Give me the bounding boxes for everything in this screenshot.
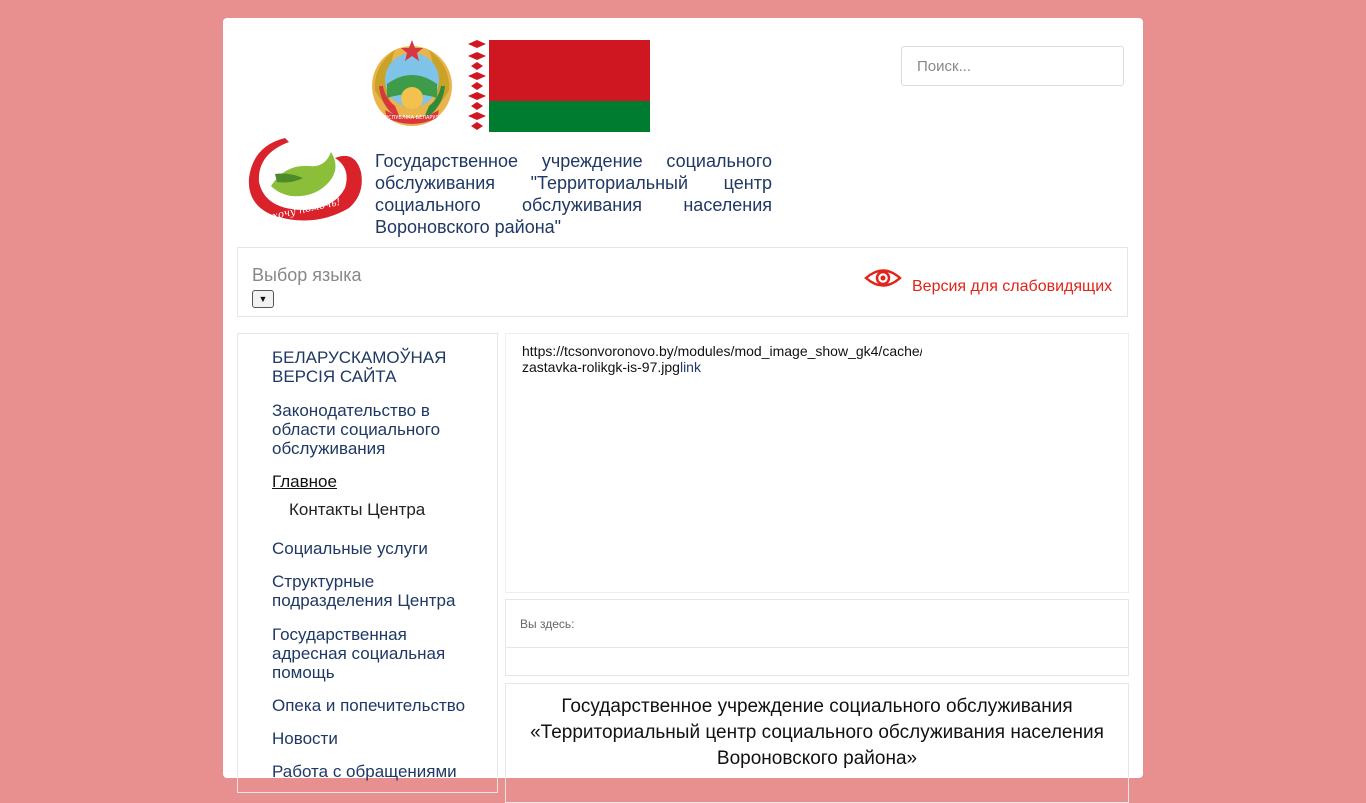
org-title-line: социального обслуживания населения: [375, 195, 772, 215]
slider-url-line-2: zastavka-rolikgk-is-97.jpglink: [522, 359, 922, 375]
search-input[interactable]: [901, 46, 1124, 86]
organization-title: Государственное учреждение социального о…: [375, 150, 772, 238]
language-label: Выбор языка: [252, 265, 362, 285]
language-bar: Выбор языка ▼ Версия для слабовидящих: [237, 247, 1128, 317]
low-vision-label: Версия для слабовидящих: [912, 278, 1113, 295]
emblem-text: РЭСПУБЛІКА БЕЛАРУСЬ: [382, 115, 443, 121]
slider-url-line: https://tcsonvoronovo.by/modules/mod_ima…: [522, 343, 922, 359]
sidebar-item-targeted-assistance[interactable]: Государственная адресная социальная помо…: [272, 625, 482, 682]
slider-image-link[interactable]: link: [680, 359, 701, 375]
sidebar-item-legislation[interactable]: Законодательство в области социального о…: [272, 401, 482, 458]
article-title-line: Государственное учреждение социального о…: [561, 696, 1073, 717]
org-title-line: Государственное учреждение социального: [375, 151, 772, 171]
breadcrumb: Вы здесь:: [505, 599, 1129, 676]
sidebar-item-appeals[interactable]: Работа с обращениями: [272, 762, 482, 781]
slider-broken-image-text: https://tcsonvoronovo.by/modules/mod_ima…: [522, 343, 922, 375]
article-title-line: «Территориальный центр социального обслу…: [530, 722, 1104, 743]
page-container: РЭСПУБЛІКА БЕЛАРУСЬ хочу помочь! Государ…: [223, 18, 1143, 803]
article-block: Государственное учреждение социального о…: [505, 683, 1129, 803]
org-title-line: обслуживания "Территориальный центр: [375, 173, 772, 193]
low-vision-link[interactable]: Версия для слабовидящих: [864, 269, 1113, 296]
center-logo-icon[interactable]: хочу помочь!: [245, 128, 369, 224]
article-title: Государственное учреждение социального о…: [506, 694, 1128, 772]
sidebar-item-belarusian-version[interactable]: БЕЛАРУСКАМОЎНАЯ ВЕРСІЯ САЙТА: [272, 348, 482, 386]
breadcrumb-label: Вы здесь:: [520, 617, 575, 631]
sidebar-item-social-services[interactable]: Социальные услуги: [272, 539, 482, 558]
breadcrumb-divider: [506, 647, 1128, 648]
sidebar-item-contacts[interactable]: Контакты Центра: [289, 500, 499, 519]
sidebar-menu: БЕЛАРУСКАМОЎНАЯ ВЕРСІЯ САЙТА Законодател…: [237, 333, 498, 793]
sidebar-item-structural-units[interactable]: Структурные подразделения Центра: [272, 572, 482, 610]
sidebar-item-guardianship[interactable]: Опека и попечительство: [272, 696, 482, 715]
sidebar-item-main[interactable]: Главное: [272, 472, 482, 491]
language-select[interactable]: ▼: [252, 290, 274, 308]
org-title-line: Вороновского района": [375, 217, 562, 237]
eye-icon: [864, 269, 902, 287]
chevron-down-icon: ▼: [258, 294, 268, 304]
article-title-line: Вороновского района»: [716, 748, 918, 769]
national-flag-icon: [466, 40, 650, 132]
slider-url-filename: zastavka-rolikgk-is-97.jpg: [522, 359, 680, 375]
state-emblem-icon: РЭСПУБЛІКА БЕЛАРУСЬ: [372, 40, 452, 126]
image-slider[interactable]: https://tcsonvoronovo.by/modules/mod_ima…: [505, 333, 1129, 593]
sidebar-item-news[interactable]: Новости: [272, 729, 482, 748]
